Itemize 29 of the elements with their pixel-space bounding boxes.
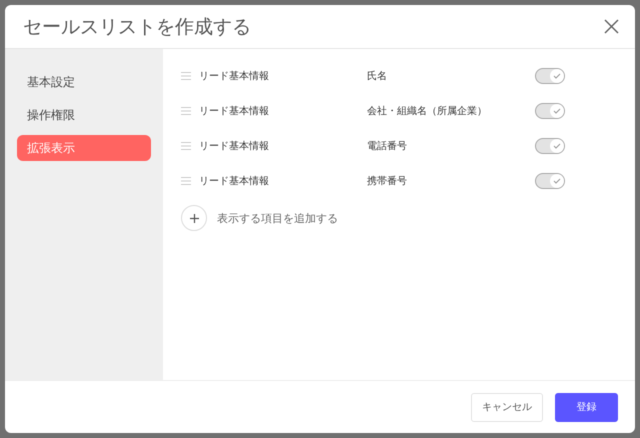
- toggle-switch[interactable]: [535, 68, 565, 84]
- toggle-switch[interactable]: [535, 102, 565, 118]
- field-category: リード基本情報: [199, 140, 270, 152]
- field-category: リード基本情報: [199, 104, 270, 118]
- drag-handle-icon[interactable]: [181, 176, 191, 184]
- plus-icon: [190, 214, 198, 222]
- cancel-button[interactable]: キャンセル: [471, 392, 543, 422]
- close-button[interactable]: [602, 17, 621, 36]
- check-icon: [553, 108, 561, 114]
- check-icon: [553, 142, 561, 148]
- dialog-title: セールスリストを作成する: [23, 14, 251, 40]
- field-category: リード基本情報: [199, 174, 270, 188]
- toggle-switch[interactable]: [535, 172, 565, 188]
- toggle-switch[interactable]: [535, 138, 565, 154]
- field-name: 会社・組織名（所属企業）: [367, 104, 488, 118]
- field-name: 氏名: [367, 70, 388, 82]
- add-button[interactable]: [181, 205, 207, 231]
- field-name: 電話番号: [367, 140, 408, 152]
- field-category: リード基本情報: [199, 70, 270, 82]
- sidebar-item[interactable]: 操作権限: [17, 102, 151, 128]
- check-icon: [553, 178, 561, 184]
- drag-handle-icon[interactable]: [181, 106, 191, 114]
- sidebar-item[interactable]: 基本設定: [17, 69, 151, 95]
- drag-handle-icon[interactable]: [181, 72, 191, 80]
- add-item-label: 表示する項目を追加する: [217, 210, 338, 226]
- drag-handle-icon[interactable]: [181, 142, 191, 150]
- submit-button[interactable]: 登録: [555, 392, 618, 422]
- field-name: 携帯番号: [367, 174, 408, 188]
- check-icon: [553, 72, 561, 78]
